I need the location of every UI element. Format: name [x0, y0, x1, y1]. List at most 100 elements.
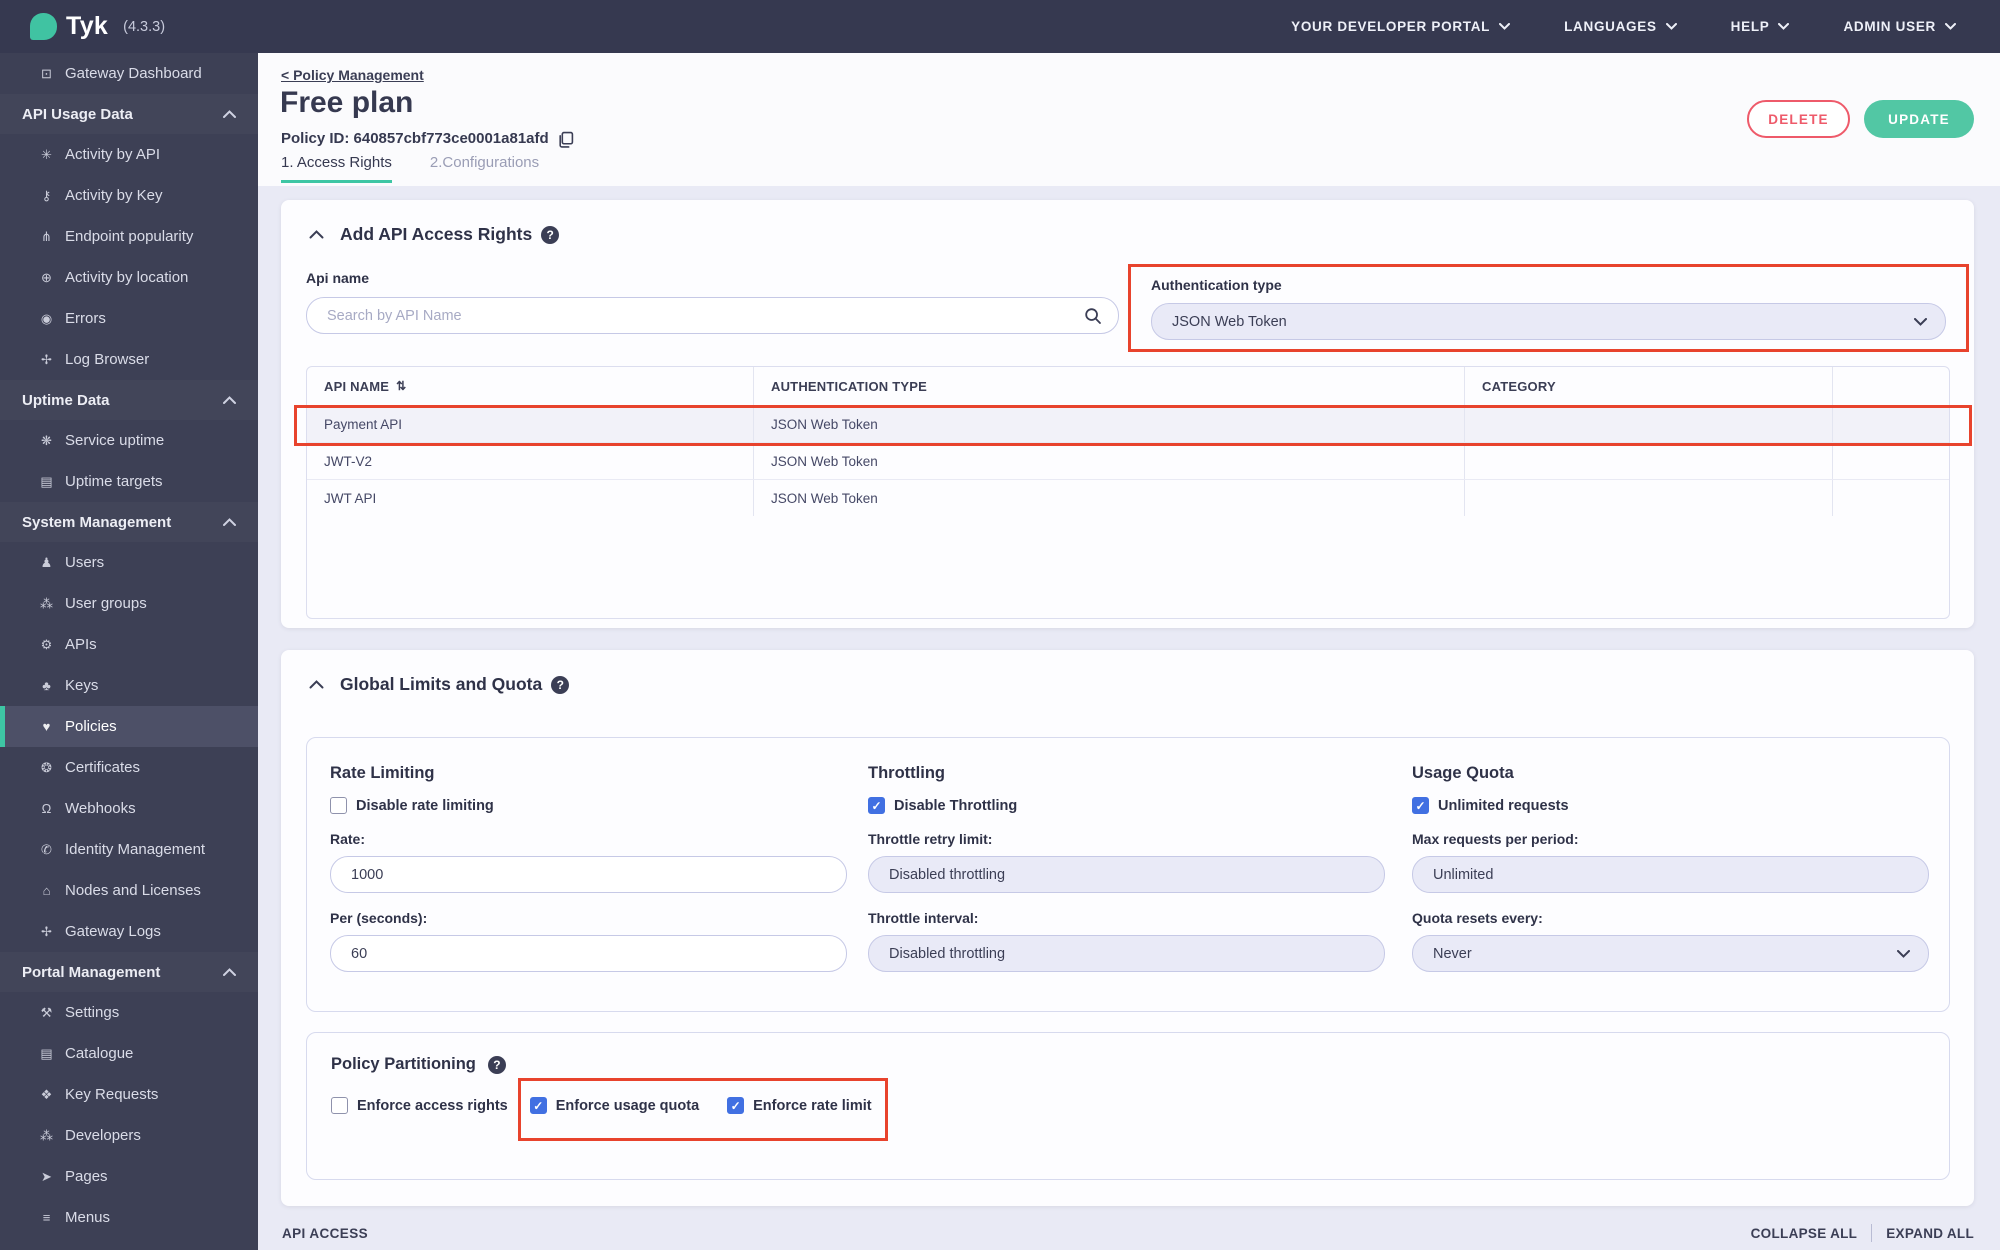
section-title: Global Limits and Quota ? [340, 674, 570, 695]
sort-icon[interactable]: ⇅ [396, 379, 406, 393]
checkbox-icon[interactable]: ✓ [331, 1097, 348, 1114]
sidebar-item-catalogue[interactable]: ▤ Catalogue [0, 1033, 258, 1074]
brand-name: Tyk [66, 12, 109, 40]
search-icon[interactable] [1084, 307, 1102, 330]
sidebar-item-apis[interactable]: ⚙ APIs [0, 624, 258, 665]
nav-languages[interactable]: LANGUAGES [1564, 19, 1677, 34]
collapse-all-button[interactable]: COLLAPSE ALL [1751, 1226, 1858, 1241]
sidebar-item-label: Gateway Dashboard [65, 65, 202, 82]
sidebar-item-service-uptime[interactable]: ❋ Service uptime [0, 420, 258, 461]
sidebar-section-uptime-data[interactable]: Uptime Data [0, 380, 258, 420]
sidebar-section-api-usage-data[interactable]: API Usage Data [0, 94, 258, 134]
sidebar-item-activity-by-key[interactable]: ⚷ Activity by Key [0, 175, 258, 216]
per-seconds-label: Per (seconds): [330, 910, 428, 926]
sidebar-item-uptime-targets[interactable]: ▤ Uptime targets [0, 461, 258, 502]
checkbox-icon[interactable]: ✓ [1412, 797, 1429, 814]
sidebar-item-label: APIs [65, 636, 97, 653]
api-search-input[interactable] [306, 297, 1119, 334]
tyk-logo[interactable]: Tyk (4.3.3) [30, 12, 165, 41]
expand-all-button[interactable]: EXPAND ALL [1886, 1226, 1974, 1241]
throttling-column: Throttling ✓ Disable Throttling Throttle… [868, 764, 1385, 972]
help-icon[interactable]: ? [551, 675, 570, 694]
update-button[interactable]: UPDATE [1864, 100, 1974, 138]
auth-type-select[interactable]: JSON Web Token [1151, 303, 1946, 340]
chevron-down-icon [1897, 949, 1910, 958]
bank-icon: ⌂ [42, 883, 51, 898]
sidebar-item-activity-by-location[interactable]: ⊕ Activity by location [0, 257, 258, 298]
sidebar-item-label: Nodes and Licenses [65, 882, 201, 899]
tab-configurations[interactable]: 2.Configurations [430, 154, 539, 183]
sidebar-item-certificates[interactable]: ❂ Certificates [0, 747, 258, 788]
collapse-section-icon[interactable] [309, 230, 324, 239]
disable-rate-limiting-checkbox[interactable]: ✓ Disable rate limiting [330, 797, 847, 814]
sidebar-item-endpoint-popularity[interactable]: ⋔ Endpoint popularity [0, 216, 258, 257]
column-header-category: CATEGORY [1465, 367, 1833, 405]
sidebar-item-settings[interactable]: ⚒ Settings [0, 992, 258, 1033]
sidebar-item-log-browser[interactable]: ✢ Log Browser [0, 339, 258, 380]
footer-bar: API ACCESS COLLAPSE ALL EXPAND ALL [282, 1224, 1974, 1242]
checkbox-icon[interactable]: ✓ [868, 797, 885, 814]
sidebar-item-developers[interactable]: ⁂ Developers [0, 1115, 258, 1156]
throttle-interval-input-disabled: Disabled throttling [868, 935, 1385, 972]
chevron-down-icon [1778, 23, 1790, 30]
sidebar-item-webhooks[interactable]: Ω Webhooks [0, 788, 258, 829]
sidebar-item-label: User groups [65, 595, 147, 612]
sidebar-section-portal-management[interactable]: Portal Management [0, 952, 258, 992]
tab-access-rights[interactable]: 1. Access Rights [281, 154, 392, 183]
page-title: Free plan [280, 86, 414, 119]
enforce-access-rights-checkbox[interactable]: ✓ Enforce access rights [331, 1097, 508, 1114]
per-seconds-input[interactable] [330, 935, 847, 972]
enforce-usage-quota-checkbox[interactable]: ✓ Enforce usage quota [529, 1097, 699, 1114]
sidebar-item-activity-by-api[interactable]: ✳ Activity by API [0, 134, 258, 175]
policy-partitioning-header: Policy Partitioning ? [331, 1055, 506, 1074]
section-label: API Usage Data [22, 105, 133, 123]
enforce-rate-limit-checkbox[interactable]: ✓ Enforce rate limit [727, 1097, 872, 1114]
footer-actions: COLLAPSE ALL EXPAND ALL [1751, 1224, 1974, 1242]
breadcrumb[interactable]: < Policy Management [281, 67, 424, 83]
collapse-section-icon[interactable] [309, 680, 324, 689]
column-header-api-name[interactable]: API NAME ⇅ [307, 367, 754, 405]
sidebar-item-gateway-dashboard[interactable]: ⊡ Gateway Dashboard [0, 53, 258, 94]
sidebar-item-user-groups[interactable]: ⁂ User groups [0, 583, 258, 624]
sidebar-item-errors[interactable]: ◉ Errors [0, 298, 258, 339]
table-row-jwt-api[interactable]: JWT API JSON Web Token [307, 479, 1949, 516]
sidebar-item-gateway-logs[interactable]: ✢ Gateway Logs [0, 911, 258, 952]
sidebar-item-users[interactable]: ♟ Users [0, 542, 258, 583]
checkbox-icon[interactable]: ✓ [330, 797, 347, 814]
unlimited-requests-checkbox[interactable]: ✓ Unlimited requests [1412, 797, 1929, 814]
section-title-text: Global Limits and Quota [340, 674, 543, 694]
chevron-up-icon [223, 110, 236, 118]
checkbox-icon[interactable]: ✓ [529, 1097, 547, 1114]
nav-developer-portal[interactable]: YOUR DEVELOPER PORTAL [1291, 19, 1511, 34]
sidebar-item-label: Service uptime [65, 432, 165, 449]
nav-admin-user[interactable]: ADMIN USER [1843, 19, 1956, 34]
sidebar-item-nodes-and-licenses[interactable]: ⌂ Nodes and Licenses [0, 870, 258, 911]
main-content: < Policy Management Free plan Policy ID:… [258, 53, 2000, 1250]
sidebar-item-keys[interactable]: ♣ Keys [0, 665, 258, 706]
nav-help[interactable]: HELP [1731, 19, 1790, 34]
help-icon[interactable]: ? [487, 1055, 506, 1074]
rate-input[interactable] [330, 856, 847, 893]
sidebar-item-menus[interactable]: ≡ Menus [0, 1197, 258, 1238]
sidebar-item-label: Menus [65, 1209, 111, 1226]
sidebar-item-label: Catalogue [65, 1045, 134, 1062]
delete-button[interactable]: DELETE [1747, 100, 1850, 138]
disable-throttling-checkbox[interactable]: ✓ Disable Throttling [868, 797, 1385, 814]
table-row-payment-api[interactable]: Payment API JSON Web Token [307, 405, 1949, 442]
sidebar-item-pages[interactable]: ➤ Pages [0, 1156, 258, 1197]
copy-icon[interactable] [557, 131, 574, 148]
help-icon[interactable]: ? [541, 225, 560, 244]
sidebar-item-identity-management[interactable]: ✆ Identity Management [0, 829, 258, 870]
checkbox-icon[interactable]: ✓ [727, 1097, 745, 1114]
key-icon: ⚷ [41, 187, 52, 203]
cell-api-name: JWT API [307, 480, 754, 516]
phone-icon: ✆ [41, 841, 52, 857]
nav-label: HELP [1730, 19, 1770, 34]
table-row-jwt-v2[interactable]: JWT-V2 JSON Web Token [307, 442, 1949, 479]
section-title: Add API Access Rights ? [340, 224, 560, 245]
limits-panel: Rate Limiting ✓ Disable rate limiting Ra… [306, 737, 1950, 1012]
sidebar-item-policies[interactable]: ♥ Policies [0, 706, 258, 747]
sidebar-item-key-requests[interactable]: ❖ Key Requests [0, 1074, 258, 1115]
sidebar-section-system-management[interactable]: System Management [0, 502, 258, 542]
quota-resets-select[interactable]: Never [1412, 935, 1929, 972]
